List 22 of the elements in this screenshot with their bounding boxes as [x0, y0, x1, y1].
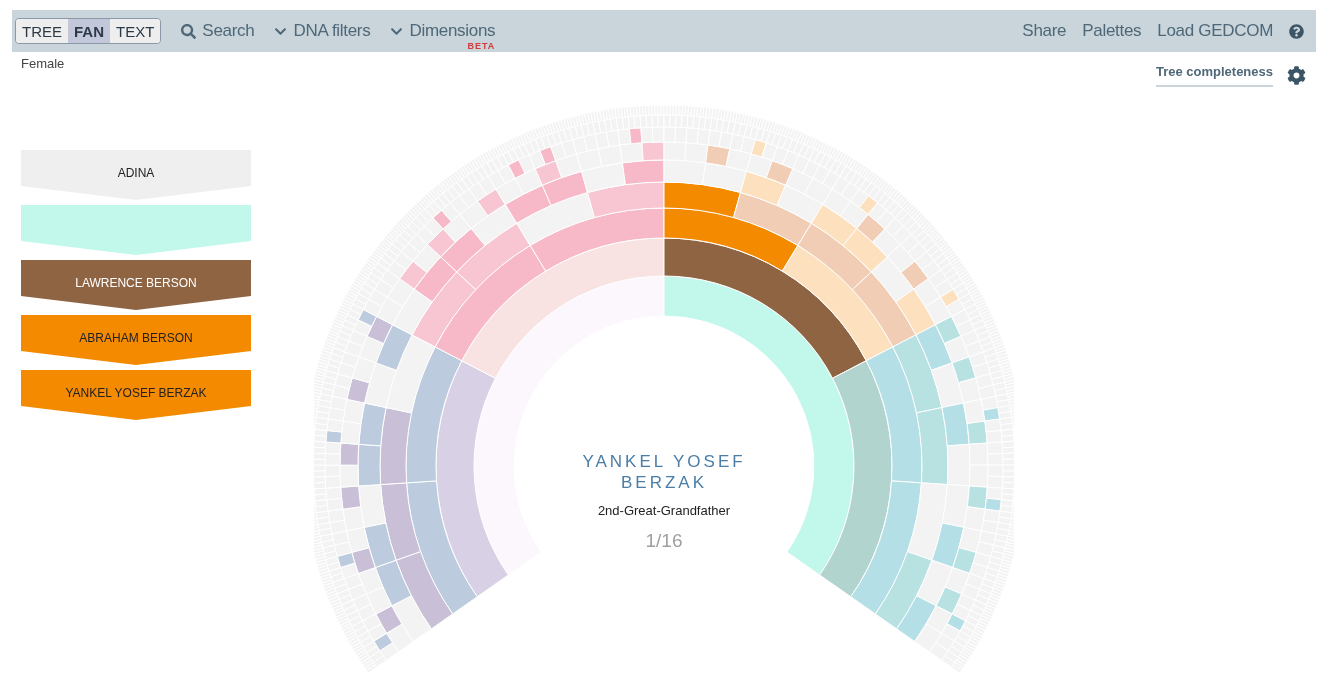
lineage-step[interactable]: LAWRENCE BERSON	[21, 260, 251, 310]
lineage-step[interactable]: ADINA	[21, 150, 251, 200]
generation-count: 1/16	[645, 530, 683, 552]
view-tab[interactable]: TREE	[16, 19, 68, 43]
toolbar-link[interactable]: Palettes	[1082, 21, 1142, 41]
lineage-step[interactable]: ABRAHAM BERSON	[21, 315, 251, 365]
beta-label: BETA	[467, 41, 496, 51]
relation-label: 2nd-Great-Grandfather	[597, 503, 731, 518]
search-icon	[181, 23, 197, 39]
help-icon[interactable]	[1289, 23, 1304, 39]
fan-chart-drawing[interactable]	[314, 106, 1014, 674]
dropdown-menu[interactable]: DNA filters	[274, 21, 371, 41]
view-tab[interactable]: TEXT	[110, 19, 161, 43]
lineage-step[interactable]: YANKEL YOSEF BERZAK	[21, 370, 251, 420]
view-tab[interactable]: FAN	[68, 19, 110, 43]
toolbar-link[interactable]: Share	[1022, 21, 1067, 41]
gender-label: Female	[21, 56, 65, 71]
search-button[interactable]: Search	[181, 21, 255, 41]
tree-completeness-link[interactable]: Tree completeness	[1155, 64, 1273, 87]
settings-icon[interactable]	[1287, 66, 1306, 85]
toolbar-link[interactable]: Load GEDCOM	[1157, 21, 1273, 41]
focus-person-name: YANKEL YOSEF BERZAK	[581, 451, 747, 493]
